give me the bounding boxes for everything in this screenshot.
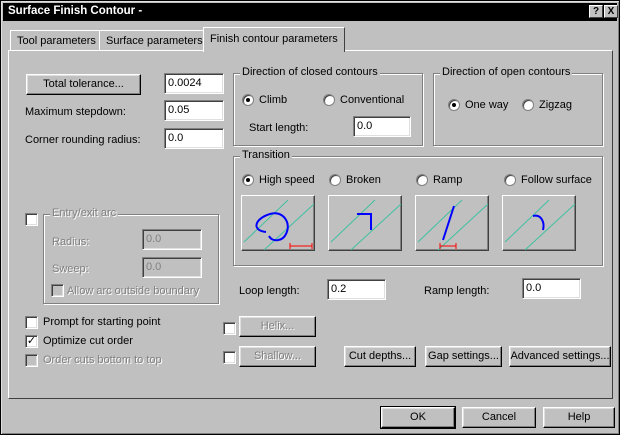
dialog-window: Surface Finish Contour - ? X Tool parame… xyxy=(0,0,620,435)
tab-surface-parameters[interactable]: Surface parameters xyxy=(99,30,210,51)
ok-button-label: OK xyxy=(410,411,426,423)
help-button[interactable]: Help xyxy=(543,407,615,428)
cancel-button[interactable]: Cancel xyxy=(462,407,536,428)
tab-panel xyxy=(8,50,613,399)
help-button-label: Help xyxy=(567,411,591,423)
help-icon[interactable]: ? xyxy=(589,5,603,18)
ok-button[interactable]: OK xyxy=(380,406,456,429)
tab-finish-contour-parameters[interactable]: Finish contour parameters xyxy=(203,27,345,52)
close-icon[interactable]: X xyxy=(604,5,618,18)
tab-tool-parameters[interactable]: Tool parameters xyxy=(10,30,103,51)
window-title: Surface Finish Contour - xyxy=(8,5,143,17)
title-bar[interactable]: Surface Finish Contour - ? X xyxy=(3,3,618,21)
cancel-button-label: Cancel xyxy=(481,411,517,423)
